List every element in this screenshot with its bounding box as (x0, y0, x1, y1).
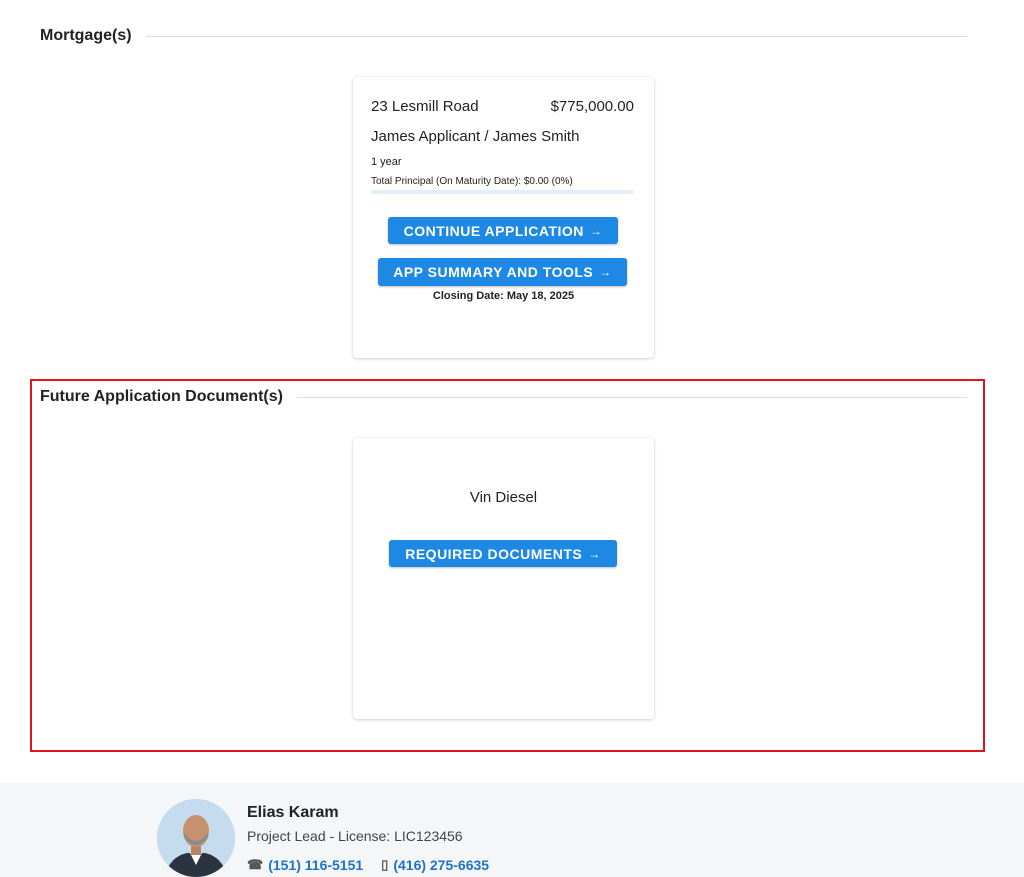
mobile-phone-icon: ▯ (381, 857, 389, 872)
continue-application-label: CONTINUE APPLICATION (403, 222, 584, 239)
avatar-image (157, 799, 235, 877)
mortgages-section-header: Mortgage(s) (40, 27, 967, 45)
phone-link[interactable]: (151) 116-5151 (268, 857, 363, 873)
future-docs-section-header: Future Application Document(s) (40, 388, 967, 406)
contact-footer: Elias Karam Project Lead - License: LIC1… (0, 783, 1024, 877)
mobile-link[interactable]: (416) 275-6635 (393, 857, 489, 873)
mortgage-amount: $775,000.00 (550, 98, 634, 115)
arrow-right-icon: → (588, 546, 601, 561)
principal-progress-bar (371, 190, 633, 194)
arrow-right-icon: → (589, 223, 603, 238)
mortgage-principal: Total Principal (On Maturity Date): $0.0… (371, 176, 573, 187)
mortgages-section-title: Mortgage(s) (40, 27, 132, 44)
contact-name: Elias Karam (247, 804, 339, 821)
app-summary-label: APP SUMMARY AND TOOLS (393, 264, 594, 280)
app-summary-and-tools-button[interactable]: APP SUMMARY AND TOOLS → (378, 258, 627, 286)
future-docs-section-title: Future Application Document(s) (40, 388, 283, 405)
continue-application-button[interactable]: CONTINUE APPLICATION → (388, 217, 618, 244)
avatar (157, 799, 235, 877)
contact-phones: ☎ (151) 116-5151 ▯ (416) 275-6635 (247, 857, 489, 873)
closing-date: Closing Date: May 18, 2025 (432, 290, 575, 302)
future-document-card: Vin Diesel REQUIRED DOCUMENTS → (353, 438, 654, 719)
contact-role: Project Lead - License: LIC123456 (247, 828, 463, 844)
mortgage-term: 1 year (371, 156, 402, 168)
required-documents-button[interactable]: REQUIRED DOCUMENTS → (389, 540, 617, 567)
mortgage-applicants: James Applicant / James Smith (371, 128, 580, 145)
mortgage-card: 23 Lesmill Road $775,000.00 James Applic… (353, 77, 654, 358)
future-document-name: Vin Diesel (469, 489, 538, 506)
mortgage-address: 23 Lesmill Road (371, 98, 479, 115)
arrow-right-icon: → (599, 265, 612, 279)
required-documents-label: REQUIRED DOCUMENTS (405, 545, 583, 562)
phone-icon: ☎ (247, 857, 264, 872)
section-divider (145, 35, 967, 37)
section-divider (296, 396, 967, 398)
